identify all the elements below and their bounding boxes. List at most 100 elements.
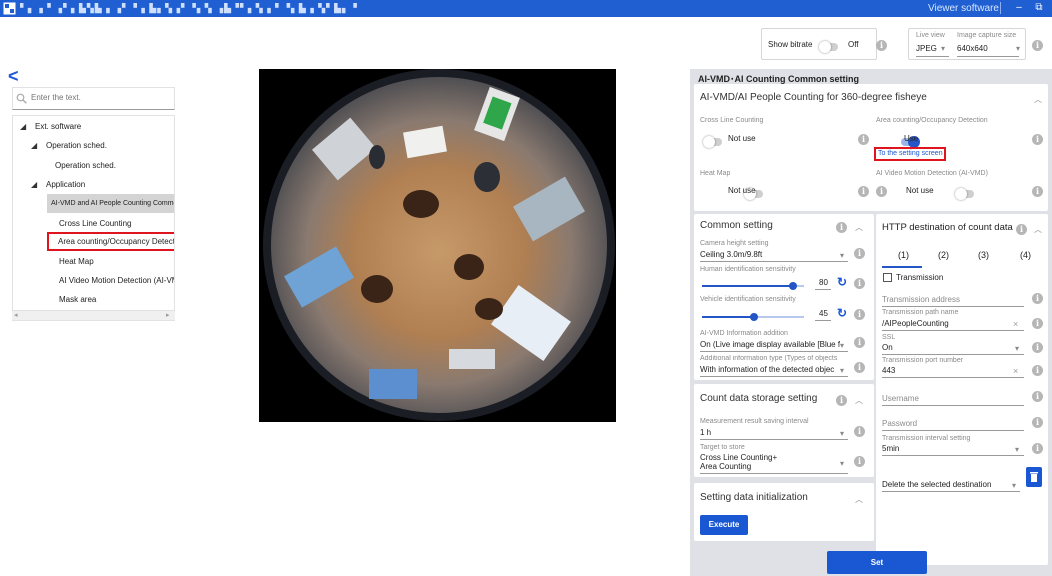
tree-item-ai-vmd-common[interactable]: AI-VMD and AI People Counting Common [47, 194, 174, 213]
http-title: HTTP destination of count data [882, 222, 1013, 233]
tree-item-cross-line-counting[interactable]: Cross Line Counting [13, 214, 174, 233]
tab-dest-4[interactable]: (4) [1020, 250, 1031, 260]
storage-info-icon[interactable]: i [836, 395, 847, 406]
collapse-chevron-icon[interactable]: ︿ [855, 222, 863, 233]
tree-item-heat-map[interactable]: Heat Map [13, 252, 174, 271]
add-info-chevron-icon[interactable]: ▾ [840, 366, 844, 375]
path-name-input[interactable]: /AIPeopleCounting [882, 319, 949, 328]
tree-item-ai-vmd[interactable]: AI Video Motion Detection (AI-VMD) [13, 271, 174, 290]
collapse-chevron-icon[interactable]: ︿ [855, 395, 863, 406]
tab-dest-1[interactable]: (1) [898, 250, 909, 260]
bitrate-info-icon[interactable]: i [876, 40, 887, 51]
target-store-info-icon[interactable]: i [854, 456, 865, 467]
delete-chevron-icon[interactable]: ▾ [1012, 481, 1016, 490]
vehicle-sens-slider[interactable] [750, 313, 758, 321]
human-sens-label: Human identification sensitivity [700, 266, 796, 273]
minimize-button[interactable]: – [1012, 2, 1026, 13]
target-store-chevron-icon[interactable]: ▾ [840, 459, 844, 468]
ai-vmd-info-info-icon[interactable]: i [854, 337, 865, 348]
clear-path-icon[interactable]: × [1013, 319, 1018, 329]
area-counting-info-icon[interactable]: i [1032, 134, 1043, 145]
saving-interval-select[interactable]: 1 h [700, 428, 711, 437]
tab-dest-2[interactable]: (2) [938, 250, 949, 260]
ssl-info-icon[interactable]: i [1032, 342, 1043, 353]
ssl-select[interactable]: On [882, 343, 893, 352]
username-info-icon[interactable]: i [1032, 391, 1043, 402]
transmission-checkbox[interactable] [883, 273, 892, 282]
delete-button[interactable] [1026, 467, 1042, 487]
heat-map-info-icon[interactable]: i [858, 186, 869, 197]
ai-vmd-toggle[interactable] [954, 187, 974, 200]
set-button[interactable]: Set [827, 551, 927, 574]
transmission-interval-label: Transmission interval setting [882, 435, 971, 442]
ai-vmd-info-select[interactable]: On (Live image display available [Blue f [700, 340, 840, 349]
ai-vmd-info-chevron-icon[interactable]: ▾ [840, 341, 844, 350]
human-sens-slider[interactable] [789, 282, 797, 290]
tree-item-operation-sched-group[interactable]: ◢ Operation sched. [13, 136, 174, 155]
camera-height-select[interactable]: Ceiling 3.0m/9.8ft [700, 250, 762, 259]
port-input[interactable]: 443 [882, 366, 895, 375]
vehicle-sens-info-icon[interactable]: i [854, 309, 865, 320]
collapse-chevron-icon[interactable]: ︿ [1034, 94, 1042, 105]
transmission-interval-select[interactable]: 5min [882, 444, 899, 453]
collapse-caret-icon[interactable]: ◢ [20, 117, 26, 136]
human-sens-info-icon[interactable]: i [854, 278, 865, 289]
scroll-right-icon[interactable]: ▸ [166, 311, 170, 319]
password-input[interactable]: Password [882, 419, 917, 428]
tree-item-application[interactable]: ◢ Application [13, 175, 174, 194]
live-view-select[interactable]: JPEG [916, 44, 937, 53]
human-sens-value[interactable]: 80 [819, 278, 828, 287]
capture-info-icon[interactable]: i [1032, 40, 1043, 51]
port-info-icon[interactable]: i [1032, 365, 1043, 376]
saving-interval-chevron-icon[interactable]: ▾ [840, 429, 844, 438]
common-setting-info-icon[interactable]: i [836, 222, 847, 233]
saving-interval-info-icon[interactable]: i [854, 426, 865, 437]
path-info-icon[interactable]: i [1032, 318, 1043, 329]
collapse-caret-icon[interactable]: ◢ [31, 175, 37, 194]
vehicle-sens-value[interactable]: 45 [819, 309, 828, 318]
clear-port-icon[interactable]: × [1013, 366, 1018, 376]
add-info-select[interactable]: With information of the detected objec [700, 365, 840, 374]
ssl-chevron-icon[interactable]: ▾ [1015, 344, 1019, 353]
tree-search[interactable] [12, 87, 175, 110]
collapse-caret-icon[interactable]: ◢ [31, 136, 37, 155]
interval-info-icon[interactable]: i [1032, 443, 1043, 454]
show-bitrate-value: Off [848, 40, 859, 49]
scroll-left-icon[interactable]: ◂ [14, 311, 18, 319]
tree-item-ext-software[interactable]: ◢ Ext. software [13, 117, 174, 136]
password-info-icon[interactable]: i [1032, 417, 1043, 428]
back-arrow-icon[interactable]: < [8, 66, 19, 87]
delete-destination-select[interactable]: Delete the selected destination [882, 480, 991, 489]
capture-size-chevron-icon[interactable]: ▾ [1016, 44, 1020, 53]
tree-item-mask-area[interactable]: Mask area [13, 290, 174, 309]
search-input[interactable] [31, 93, 171, 102]
reset-icon[interactable]: ↻ [837, 306, 847, 320]
address-info-icon[interactable]: i [1032, 293, 1043, 304]
reset-icon[interactable]: ↻ [837, 275, 847, 289]
tree-horizontal-scrollbar[interactable]: ◂ ▸ [12, 310, 175, 320]
cross-line-toggle[interactable] [703, 135, 722, 148]
cross-line-info-icon[interactable]: i [858, 134, 869, 145]
add-info-info-icon[interactable]: i [854, 362, 865, 373]
interval-chevron-icon[interactable]: ▾ [1015, 445, 1019, 454]
capture-size-select[interactable]: 640x640 [957, 44, 988, 53]
target-store-line1[interactable]: Cross Line Counting+ [700, 453, 777, 462]
http-info-icon[interactable]: i [1016, 224, 1027, 235]
transmission-address-input[interactable]: Transmission address [882, 295, 960, 304]
tab-dest-3[interactable]: (3) [978, 250, 989, 260]
tree-item-operation-sched[interactable]: Operation sched. [13, 156, 174, 175]
collapse-chevron-icon[interactable]: ︿ [1034, 224, 1042, 235]
tree-item-area-counting[interactable]: Area counting/Occupancy Detection [47, 232, 174, 251]
ai-vmd-info-icon[interactable]: i [1032, 186, 1043, 197]
ai-vmd-info-icon-left[interactable]: i [876, 186, 887, 197]
live-view-chevron-icon[interactable]: ▾ [941, 44, 945, 53]
username-input[interactable]: Username [882, 394, 919, 403]
collapse-chevron-icon[interactable]: ︿ [855, 494, 863, 505]
execute-button[interactable]: Execute [700, 515, 748, 535]
restore-button[interactable]: ⧉ [1032, 2, 1046, 13]
to-setting-screen-link[interactable]: To the setting screen [878, 150, 943, 157]
show-bitrate-toggle[interactable] [819, 40, 838, 53]
camera-height-chevron-icon[interactable]: ▾ [840, 251, 844, 260]
camera-height-info-icon[interactable]: i [854, 248, 865, 259]
target-store-line2[interactable]: Area Counting [700, 462, 751, 471]
